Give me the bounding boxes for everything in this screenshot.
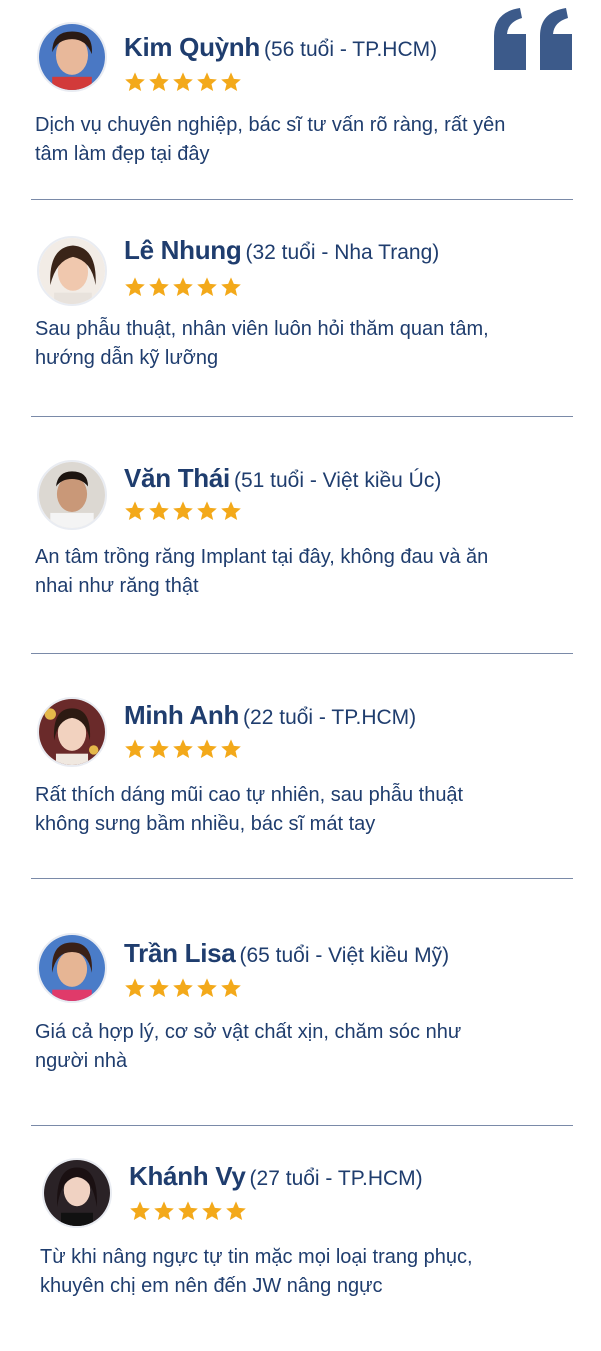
divider bbox=[31, 1125, 573, 1126]
reviewer-name: Văn Thái bbox=[124, 463, 230, 493]
reviewer-name: Khánh Vy bbox=[129, 1161, 246, 1191]
avatar bbox=[37, 22, 107, 92]
star-icon bbox=[149, 501, 169, 520]
star-rating bbox=[124, 71, 242, 93]
reviewer-meta: (22 tuổi - TP.HCM) bbox=[243, 706, 417, 729]
star-rating bbox=[129, 1200, 247, 1222]
star-icon bbox=[173, 739, 193, 758]
star-icon bbox=[149, 978, 169, 997]
review-comment: Giá cả hợp lý, cơ sở vật chất xịn, chăm … bbox=[35, 1018, 575, 1076]
comment-line: không sưng bầm nhiều, bác sĩ mát tay bbox=[35, 813, 376, 835]
reviewer-meta: (32 tuổi - Nha Trang) bbox=[245, 241, 440, 264]
quote-mark-icon bbox=[490, 6, 576, 72]
star-icon bbox=[197, 978, 217, 997]
comment-line: Từ khi nâng ngực tự tin mặc mọi loại tra… bbox=[40, 1246, 473, 1268]
star-icon bbox=[221, 501, 241, 520]
star-rating bbox=[124, 500, 242, 522]
comment-line: khuyên chị em nên đến JW nâng ngực bbox=[40, 1275, 383, 1297]
comment-line: Sau phẫu thuật, nhân viên luôn hỏi thăm … bbox=[35, 318, 489, 340]
review-comment: Từ khi nâng ngực tự tin mặc mọi loại tra… bbox=[40, 1243, 580, 1301]
reviewer-name: Trần Lisa bbox=[124, 938, 236, 968]
star-rating bbox=[124, 738, 242, 760]
star-rating bbox=[124, 977, 242, 999]
reviewer-meta: (51 tuổi - Việt kiều Úc) bbox=[233, 469, 442, 492]
reviewer-meta: (56 tuổi - TP.HCM) bbox=[263, 38, 438, 61]
reviewer-meta: (27 tuổi - TP.HCM) bbox=[249, 1167, 423, 1190]
star-icon bbox=[221, 72, 241, 91]
star-icon bbox=[149, 739, 169, 758]
reviewer-name: Lê Nhung bbox=[124, 235, 242, 265]
star-icon bbox=[197, 277, 217, 296]
star-icon bbox=[221, 739, 241, 758]
star-icon bbox=[197, 739, 217, 758]
comment-line: Giá cả hợp lý, cơ sở vật chất xịn, chăm … bbox=[35, 1021, 462, 1043]
divider bbox=[31, 878, 573, 879]
star-icon bbox=[202, 1201, 222, 1220]
star-icon bbox=[130, 1201, 150, 1220]
avatar bbox=[37, 236, 107, 306]
star-icon bbox=[154, 1201, 174, 1220]
divider bbox=[31, 199, 573, 200]
star-icon bbox=[125, 978, 145, 997]
star-icon bbox=[125, 277, 145, 296]
review-comment: An tâm trồng răng Implant tại đây, không… bbox=[35, 543, 575, 601]
star-icon bbox=[197, 501, 217, 520]
star-icon bbox=[125, 72, 145, 91]
star-icon bbox=[173, 978, 193, 997]
star-icon bbox=[173, 72, 193, 91]
divider bbox=[31, 653, 573, 654]
star-icon bbox=[173, 277, 193, 296]
divider bbox=[31, 416, 573, 417]
reviewer-meta: (65 tuổi - Việt kiều Mỹ) bbox=[239, 944, 450, 967]
reviewer-name: Minh Anh bbox=[124, 700, 240, 730]
star-icon bbox=[125, 501, 145, 520]
comment-line: hướng dẫn kỹ lưỡng bbox=[35, 347, 219, 369]
star-icon bbox=[149, 72, 169, 91]
review-comment: Rất thích dáng mũi cao tự nhiên, sau phẫ… bbox=[35, 781, 575, 839]
star-icon bbox=[173, 501, 193, 520]
comment-line: Rất thích dáng mũi cao tự nhiên, sau phẫ… bbox=[35, 784, 464, 806]
review-comment: Sau phẫu thuật, nhân viên luôn hỏi thăm … bbox=[35, 315, 575, 373]
comment-line: An tâm trồng răng Implant tại đây, không… bbox=[35, 546, 489, 568]
star-icon bbox=[178, 1201, 198, 1220]
comment-line: người nhà bbox=[35, 1050, 128, 1072]
star-icon bbox=[197, 72, 217, 91]
avatar bbox=[37, 697, 107, 767]
avatar bbox=[37, 933, 107, 1003]
star-icon bbox=[125, 739, 145, 758]
reviewer-name: Kim Quỳnh bbox=[124, 32, 260, 62]
review-comment: Dịch vụ chuyên nghiệp, bác sĩ tư vấn rõ … bbox=[35, 111, 575, 169]
comment-line: Dịch vụ chuyên nghiệp, bác sĩ tư vấn rõ … bbox=[35, 114, 506, 136]
star-icon bbox=[149, 277, 169, 296]
comment-line: nhai như răng thật bbox=[35, 575, 199, 597]
avatar bbox=[42, 1158, 112, 1228]
star-icon bbox=[226, 1201, 246, 1220]
star-rating bbox=[124, 276, 242, 298]
comment-line: tâm làm đẹp tại đây bbox=[35, 143, 210, 165]
avatar bbox=[37, 460, 107, 530]
star-icon bbox=[221, 978, 241, 997]
star-icon bbox=[221, 277, 241, 296]
